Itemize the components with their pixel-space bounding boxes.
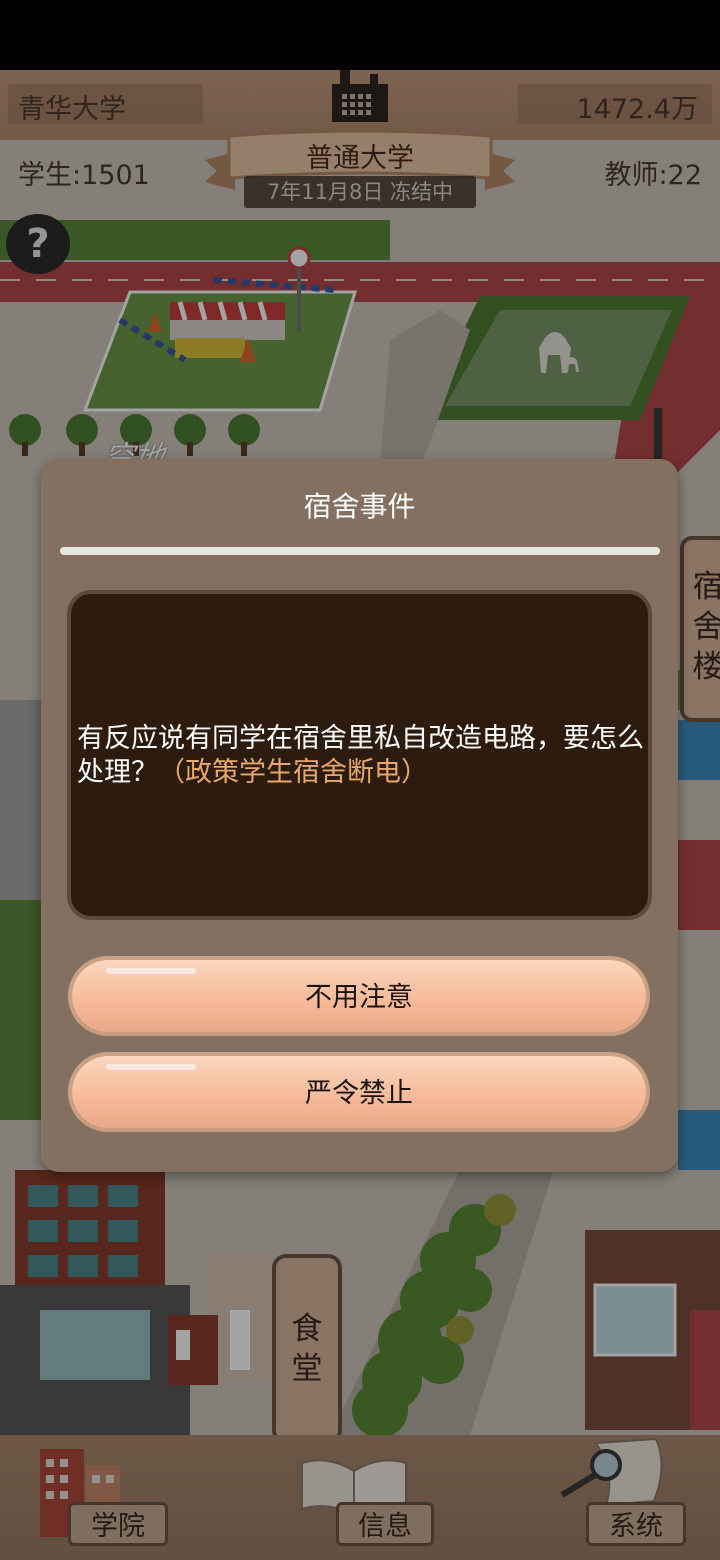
dialog-divider: [60, 547, 660, 555]
event-message: 有反应说有同学在宿舍里私自改造电路，要怎么处理？（政策学生宿舍断电）: [77, 722, 647, 790]
dormitory-event-dialog: 宿舍事件 有反应说有同学在宿舍里私自改造电路，要怎么处理？（政策学生宿舍断电） …: [41, 459, 678, 1172]
event-policy-note: （政策学生宿舍断电）: [158, 757, 428, 788]
choice-forbid-label: 严令禁止: [305, 1078, 413, 1109]
choice-ignore-button[interactable]: 不用注意: [72, 960, 646, 1032]
dialog-title: 宿舍事件: [303, 490, 416, 523]
event-message-box: 有反应说有同学在宿舍里私自改造电路，要怎么处理？（政策学生宿舍断电）: [67, 590, 652, 920]
choice-forbid-button[interactable]: 严令禁止: [72, 1056, 646, 1128]
status-bar: [0, 0, 720, 70]
choice-ignore-label: 不用注意: [305, 982, 413, 1013]
